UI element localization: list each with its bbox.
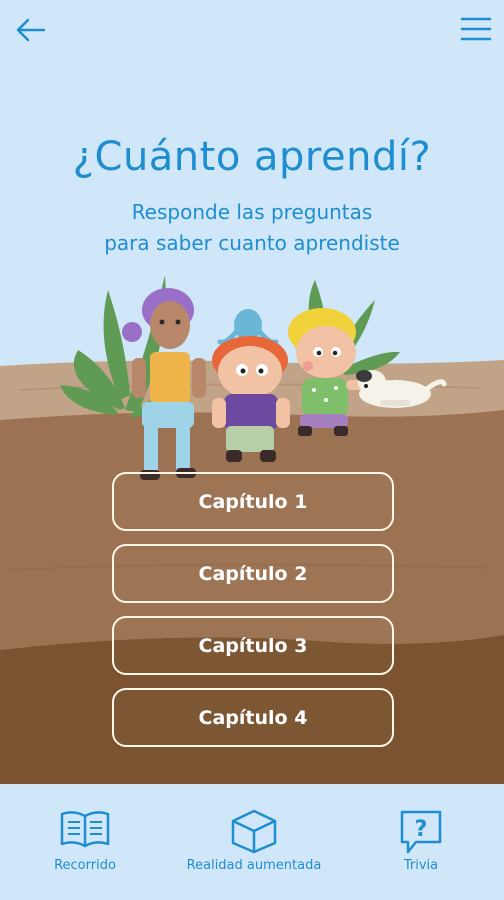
- back-arrow-icon[interactable]: [14, 16, 48, 44]
- page-title: ¿Cuánto aprendí?: [72, 134, 432, 180]
- open-book-icon: [58, 808, 112, 856]
- screen: ¿Cuánto aprendí? Responde las preguntas …: [0, 0, 504, 900]
- nav-label-realidad-aumentada: Realidad aumentada: [186, 858, 322, 873]
- hamburger-menu-icon[interactable]: [460, 16, 492, 42]
- cube-icon: [229, 808, 279, 858]
- question-bubble-icon: ?: [398, 808, 444, 860]
- nav-item-trivia[interactable]: ? Trivia: [338, 784, 504, 900]
- page-subtitle: Responde las preguntas para saber cuanto…: [0, 197, 504, 259]
- nav-label-recorrido: Recorrido: [54, 858, 116, 873]
- chapter-list: Capítulo 1 Capítulo 2 Capítulo 3 Capítul…: [112, 472, 394, 760]
- nav-item-recorrido[interactable]: Recorrido: [0, 784, 170, 900]
- subtitle-line-2: para saber cuanto aprendiste: [104, 231, 400, 255]
- chapter-4-button[interactable]: Capítulo 4: [112, 688, 394, 747]
- chapter-2-button[interactable]: Capítulo 2: [112, 544, 394, 603]
- chapter-3-button[interactable]: Capítulo 3: [112, 616, 394, 675]
- nav-label-trivia: Trivia: [403, 858, 439, 873]
- subtitle-line-1: Responde las preguntas: [131, 200, 373, 224]
- svg-text:?: ?: [415, 817, 428, 842]
- bottom-navigation: Recorrido Realidad aumentada ? Trivia: [0, 784, 504, 900]
- nav-item-realidad-aumentada[interactable]: Realidad aumentada: [170, 784, 338, 900]
- chapter-1-button[interactable]: Capítulo 1: [112, 472, 394, 531]
